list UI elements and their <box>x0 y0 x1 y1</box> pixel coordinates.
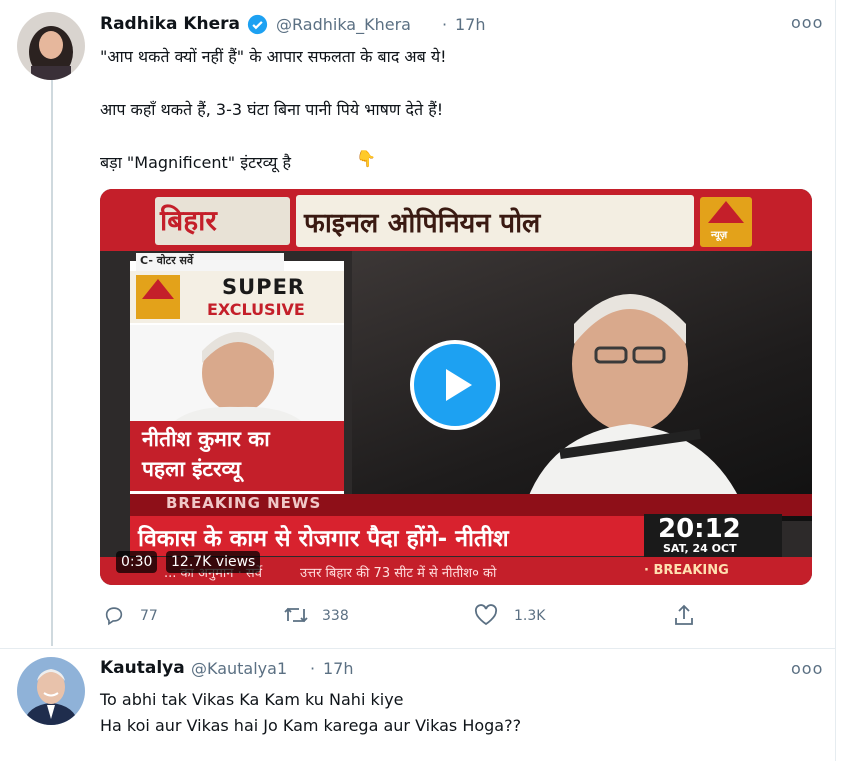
headline-text: विकास के काम से रोजगार पैदा होंगे- नीतीश <box>138 526 509 552</box>
more-icon[interactable]: ooo <box>791 13 823 32</box>
ticker-middle: उत्तर बिहार की 73 सीट में से नीतीश० को <box>300 566 497 581</box>
exclusive-label: EXCLUSIVE <box>207 300 305 319</box>
thread-connector <box>51 80 53 646</box>
reply-author-name[interactable]: Kautalya <box>100 658 185 678</box>
author-avatar[interactable] <box>17 12 85 80</box>
cvoter-text: C- वोटर सर्वे <box>140 254 194 267</box>
tweet-divider <box>0 648 836 649</box>
inset-caption-line-2: पहला इंटरव्यू <box>142 457 241 481</box>
reply-text-line-1: To abhi tak Vikas Ka Kam ku Nahi kiye <box>100 690 404 709</box>
handle-time-separator: · <box>442 15 448 34</box>
channel-logo-text: न्यूज़ <box>711 230 728 241</box>
reply-count: 77 <box>140 608 158 624</box>
speaker-figure <box>520 294 750 524</box>
verified-badge-icon <box>247 14 268 39</box>
poll-title: फाइनल ओपिनियन पोल <box>304 208 541 239</box>
bihar-label: बिहार <box>160 204 217 237</box>
ticker-right: · BREAKING <box>644 563 729 578</box>
super-label: SUPER <box>222 275 306 299</box>
reply-handle-time-separator: · <box>310 659 316 678</box>
reply-author-handle[interactable]: @Kautalya1 <box>191 659 287 678</box>
channel-logo-mark <box>708 201 744 223</box>
inset-caption-line-1: नीतीश कुमार का <box>142 427 270 451</box>
reply-timestamp[interactable]: 17h <box>323 659 354 678</box>
video-views: 12.7K views <box>166 551 261 573</box>
inset-channel-logo-mark <box>142 279 174 299</box>
clock-time: 20:12 <box>658 514 741 544</box>
breaking-news-label: BREAKING NEWS <box>166 494 322 512</box>
tweet-timestamp[interactable]: 17h <box>455 15 486 34</box>
tweet-text-line-2: आप कहाँ थकते हैं, 3-3 घंटा बिना पानी पिय… <box>100 100 444 119</box>
play-icon[interactable] <box>446 369 472 401</box>
share-icon[interactable] <box>673 603 695 631</box>
like-count: 1.3K <box>514 608 546 624</box>
reply-text-line-2: Ha koi aur Vikas hai Jo Kam karega aur V… <box>100 716 522 735</box>
timeline-border <box>835 0 836 761</box>
like-icon[interactable] <box>474 604 498 630</box>
author-handle[interactable]: @Radhika_Khera <box>276 15 411 34</box>
tweet-text-line-3: बड़ा "Magnificent" इंटरव्यू है <box>100 153 292 172</box>
reply-author-avatar[interactable] <box>17 657 85 725</box>
author-name[interactable]: Radhika Khera <box>100 14 240 34</box>
reply-icon[interactable] <box>103 604 125 630</box>
video-duration: 0:30 <box>116 551 158 573</box>
reply-more-icon[interactable]: ooo <box>791 659 823 678</box>
retweet-count: 338 <box>322 608 349 624</box>
tweet-text-line-1: "आप थकते क्यों नहीं हैं" के आपार सफलता क… <box>100 47 447 66</box>
video-player[interactable]: बिहार फाइनल ओपिनियन पोल न्यूज़ C- वोटर स… <box>100 189 812 585</box>
clock-date: SAT, 24 OCT <box>663 542 737 555</box>
retweet-icon[interactable] <box>283 604 309 630</box>
pointing-down-emoji: 👇 <box>356 149 376 168</box>
